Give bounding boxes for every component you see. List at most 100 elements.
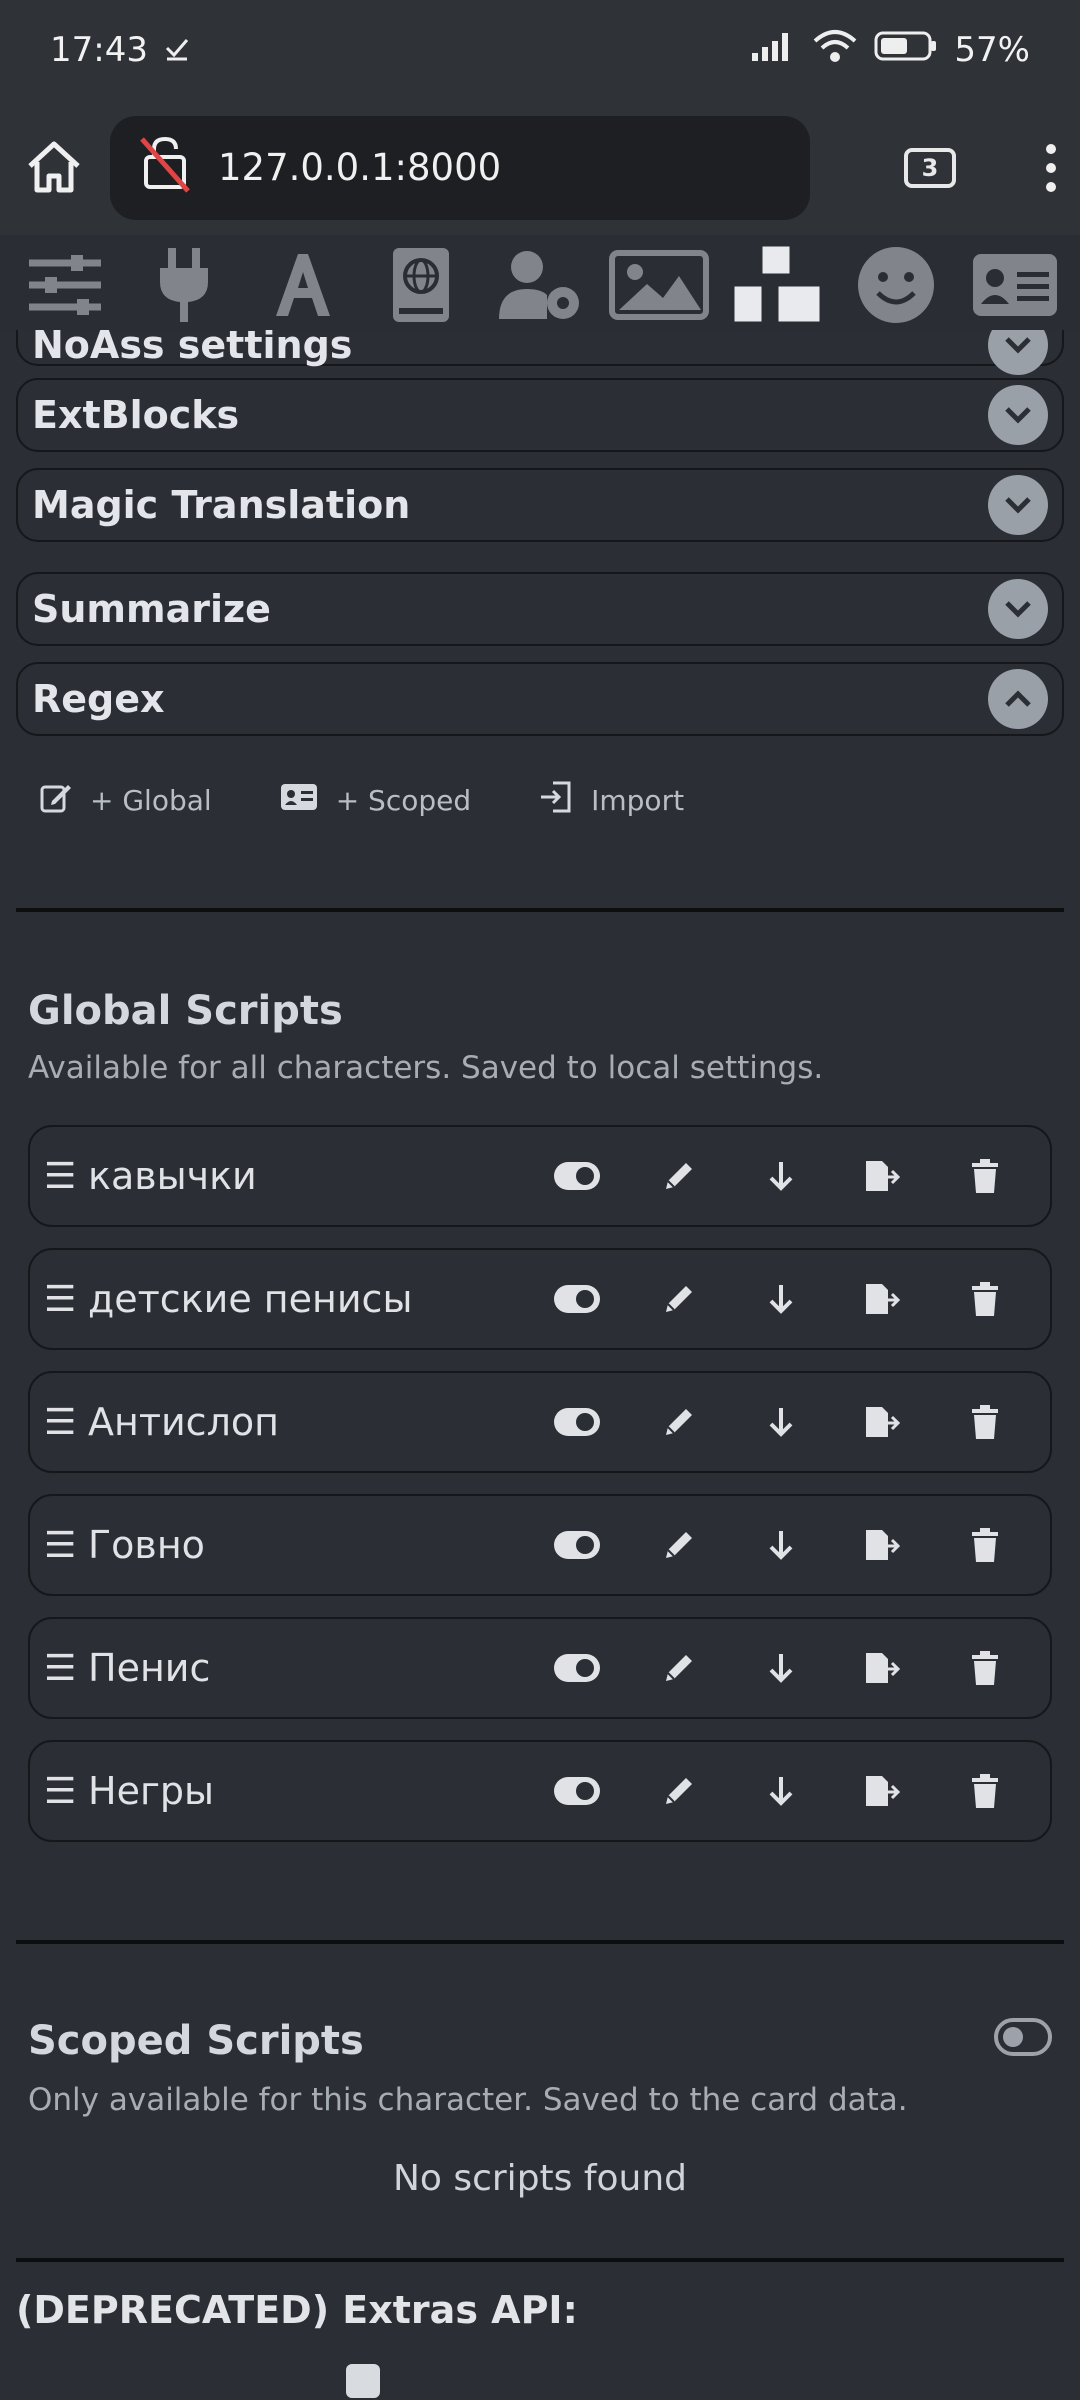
script-name: Пенис bbox=[88, 1646, 211, 1690]
trash-icon[interactable] bbox=[934, 1638, 1036, 1698]
regex-actions: + Global + Scoped Import bbox=[40, 770, 734, 830]
script-name: детские пенисы bbox=[88, 1277, 413, 1321]
script-row[interactable]: ☰ Говно bbox=[28, 1494, 1052, 1596]
toggle-icon[interactable] bbox=[526, 1515, 628, 1575]
chevron-down-icon[interactable] bbox=[988, 475, 1048, 535]
drag-handle-icon[interactable]: ☰ bbox=[44, 1648, 80, 1689]
export-icon[interactable] bbox=[832, 1269, 934, 1329]
pencil-icon[interactable] bbox=[628, 1761, 730, 1821]
drag-handle-icon[interactable]: ☰ bbox=[44, 1402, 80, 1443]
scoped-toggle[interactable] bbox=[994, 2018, 1052, 2060]
trash-icon[interactable] bbox=[934, 1269, 1036, 1329]
script-actions bbox=[526, 1392, 1036, 1452]
image-icon[interactable] bbox=[607, 240, 711, 330]
trash-icon[interactable] bbox=[934, 1515, 1036, 1575]
wifi-icon bbox=[812, 29, 858, 72]
divider bbox=[16, 2258, 1064, 2262]
arrow-down-icon[interactable] bbox=[730, 1761, 832, 1821]
pencil-icon[interactable] bbox=[628, 1392, 730, 1452]
script-name: Говно bbox=[88, 1523, 205, 1567]
status-bar: 17:43 57% bbox=[0, 0, 1080, 100]
font-icon[interactable] bbox=[251, 240, 355, 330]
trash-icon[interactable] bbox=[934, 1761, 1036, 1821]
url-text: 127.0.0.1:8000 bbox=[218, 146, 502, 189]
id-card-icon[interactable] bbox=[963, 240, 1067, 330]
toggle-icon[interactable] bbox=[526, 1761, 628, 1821]
export-icon[interactable] bbox=[832, 1761, 934, 1821]
pencil-icon[interactable] bbox=[628, 1515, 730, 1575]
script-name: Негры bbox=[88, 1769, 215, 1813]
script-row[interactable]: ☰ Антислоп bbox=[28, 1371, 1052, 1473]
cubes-icon[interactable] bbox=[725, 240, 829, 330]
extras-api-title: (DEPRECATED) Extras API: bbox=[16, 2288, 578, 2332]
add-global-button[interactable]: + Global bbox=[40, 781, 212, 820]
drag-handle-icon[interactable]: ☰ bbox=[44, 1279, 80, 1320]
chevron-up-icon[interactable] bbox=[988, 669, 1048, 729]
arrow-down-icon[interactable] bbox=[730, 1638, 832, 1698]
home-icon[interactable] bbox=[22, 136, 86, 200]
drawer-regex[interactable]: Regex bbox=[16, 662, 1064, 736]
tab-switcher-button[interactable]: 3 bbox=[904, 147, 956, 188]
script-row[interactable]: ☰ детские пенисы bbox=[28, 1248, 1052, 1350]
extras-checkbox[interactable] bbox=[346, 2364, 380, 2398]
pencil-icon[interactable] bbox=[628, 1269, 730, 1329]
pencil-icon[interactable] bbox=[628, 1638, 730, 1698]
divider bbox=[16, 1940, 1064, 1944]
chevron-down-icon[interactable] bbox=[988, 579, 1048, 639]
insecure-lock-icon bbox=[138, 133, 192, 202]
user-gear-icon[interactable] bbox=[488, 240, 592, 330]
drawer-extblocks[interactable]: ExtBlocks bbox=[16, 378, 1064, 452]
script-row[interactable]: ☰ кавычки bbox=[28, 1125, 1052, 1227]
chevron-down-icon[interactable] bbox=[988, 330, 1048, 375]
script-actions bbox=[526, 1146, 1036, 1206]
toggle-icon[interactable] bbox=[526, 1638, 628, 1698]
script-row[interactable]: ☰ Пенис bbox=[28, 1617, 1052, 1719]
menu-dots-icon[interactable] bbox=[1044, 143, 1058, 193]
export-icon[interactable] bbox=[832, 1146, 934, 1206]
clock: 17:43 bbox=[50, 30, 148, 70]
arrow-down-icon[interactable] bbox=[730, 1392, 832, 1452]
drawer-title: Magic Translation bbox=[32, 483, 411, 527]
battery-percent: 57% bbox=[954, 30, 1030, 70]
scoped-scripts-title: Scoped Scripts bbox=[28, 2018, 364, 2064]
export-icon[interactable] bbox=[832, 1392, 934, 1452]
drawer-title: NoAss settings bbox=[32, 330, 353, 367]
browser-bar: 127.0.0.1:8000 3 bbox=[0, 100, 1080, 235]
arrow-down-icon[interactable] bbox=[730, 1146, 832, 1206]
script-actions bbox=[526, 1515, 1036, 1575]
edit-square-icon bbox=[40, 781, 72, 820]
script-name: Антислоп bbox=[88, 1400, 279, 1444]
export-icon[interactable] bbox=[832, 1515, 934, 1575]
book-globe-icon[interactable] bbox=[369, 240, 473, 330]
script-actions bbox=[526, 1761, 1036, 1821]
drag-handle-icon[interactable]: ☰ bbox=[44, 1156, 80, 1197]
toggle-icon[interactable] bbox=[526, 1392, 628, 1452]
script-actions bbox=[526, 1638, 1036, 1698]
import-button[interactable]: Import bbox=[539, 781, 684, 820]
id-card-icon bbox=[280, 783, 318, 818]
export-icon[interactable] bbox=[832, 1638, 934, 1698]
smile-icon[interactable] bbox=[844, 240, 948, 330]
sliders-icon[interactable] bbox=[13, 240, 117, 330]
toggle-icon[interactable] bbox=[526, 1146, 628, 1206]
divider bbox=[16, 908, 1064, 912]
toggle-icon[interactable] bbox=[526, 1269, 628, 1329]
arrow-down-icon[interactable] bbox=[730, 1269, 832, 1329]
chevron-down-icon[interactable] bbox=[988, 385, 1048, 445]
trash-icon[interactable] bbox=[934, 1146, 1036, 1206]
drag-handle-icon[interactable]: ☰ bbox=[44, 1771, 80, 1812]
drawer-magic-translation[interactable]: Magic Translation bbox=[16, 468, 1064, 542]
script-row[interactable]: ☰ Негры bbox=[28, 1740, 1052, 1842]
arrow-down-icon[interactable] bbox=[730, 1515, 832, 1575]
drag-handle-icon[interactable]: ☰ bbox=[44, 1525, 80, 1566]
drawer-title: Regex bbox=[32, 677, 165, 721]
pencil-icon[interactable] bbox=[628, 1146, 730, 1206]
trash-icon[interactable] bbox=[934, 1392, 1036, 1452]
plug-icon[interactable] bbox=[132, 240, 236, 330]
add-scoped-button[interactable]: + Scoped bbox=[280, 783, 471, 818]
check-icon bbox=[164, 30, 190, 70]
drawer-noass-settings[interactable]: NoAss settings bbox=[16, 330, 1064, 375]
extras-row bbox=[16, 2364, 380, 2398]
drawer-summarize[interactable]: Summarize bbox=[16, 572, 1064, 646]
address-bar[interactable]: 127.0.0.1:8000 bbox=[110, 115, 810, 220]
